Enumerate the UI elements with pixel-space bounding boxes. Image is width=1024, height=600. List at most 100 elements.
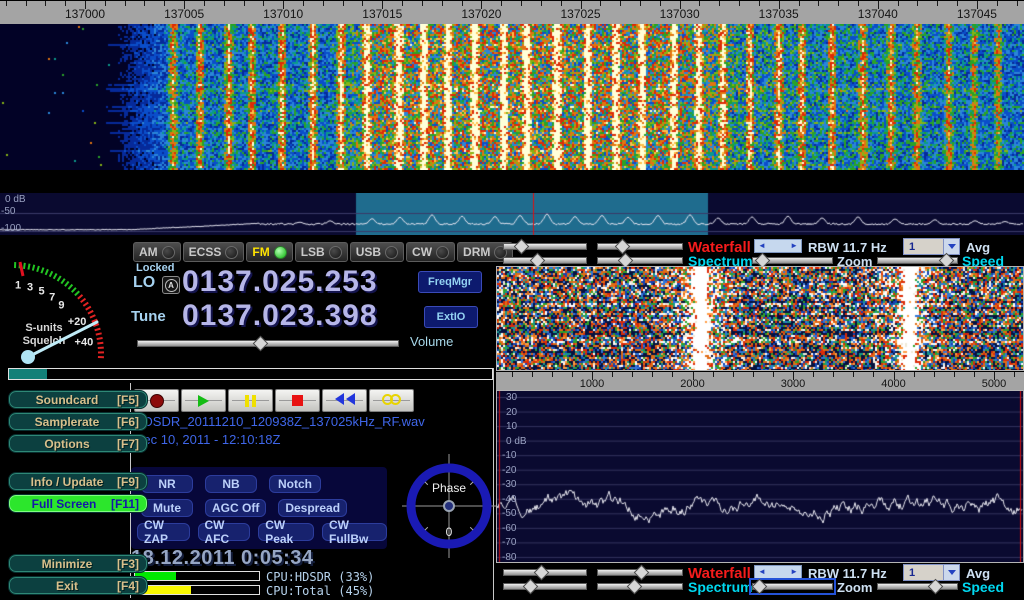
mode-button-fm[interactable]: FM xyxy=(246,242,292,262)
mode-button-lsb[interactable]: LSB xyxy=(295,242,348,262)
dsp-button-nb[interactable]: NB xyxy=(205,475,257,493)
scale-tick xyxy=(853,372,854,377)
tune-label: Tune xyxy=(131,308,166,325)
fullscreen-button[interactable]: Full Screen[F11] xyxy=(8,494,148,513)
zoom-slider-bottom-thumb[interactable] xyxy=(752,579,768,595)
scale-tick xyxy=(898,1,899,6)
audio-spectrum-display[interactable]: 3020100 dB-10-20-30-40-50-60-70-80 xyxy=(496,390,1024,563)
dsp-button-cw-fullbw[interactable]: CW FullBw xyxy=(322,523,387,541)
main-spectrum-display[interactable]: 0 dB -50 -100 xyxy=(0,193,1024,235)
svg-text:3: 3 xyxy=(27,281,33,293)
tune-frequency-value[interactable]: 0137.023.398 xyxy=(182,299,378,333)
audio-frequency-scale[interactable]: 10002000300040005000 xyxy=(496,371,1024,391)
avg-dropdown[interactable]: 1 xyxy=(903,238,960,255)
auto-lock-icon[interactable]: A xyxy=(162,276,180,294)
contrast-slider-bottom-thumb[interactable] xyxy=(534,565,550,581)
chevron-down-icon[interactable] xyxy=(943,565,959,580)
mode-button-am[interactable]: AM xyxy=(133,242,181,262)
dsp-button-cw-afc[interactable]: CW AFC xyxy=(198,523,251,541)
scale-tick xyxy=(773,372,774,377)
stop-button[interactable] xyxy=(275,389,320,412)
scale-tick xyxy=(997,1,998,6)
dsp-button-despread[interactable]: Despread xyxy=(278,499,347,517)
frequency-shift-scrollbar[interactable]: ◄► xyxy=(754,239,802,253)
contrast2-slider-bottom-thumb[interactable] xyxy=(523,579,539,595)
contrast-slider-bottom[interactable] xyxy=(503,567,587,578)
svg-text:S-units: S-units xyxy=(25,322,62,334)
brightness-slider-bottom[interactable] xyxy=(597,567,683,578)
mode-button-cw[interactable]: CW xyxy=(406,242,455,262)
frequency-tick-label: 3000 xyxy=(781,378,805,390)
dsp-button-agc-off[interactable]: AGC Off xyxy=(205,499,266,517)
speed-slider-top[interactable] xyxy=(877,255,958,266)
speed-slider-bottom-track[interactable] xyxy=(877,583,958,590)
audio-waterfall-display[interactable] xyxy=(496,266,1024,371)
brightness2-slider-top[interactable] xyxy=(597,255,683,266)
mode-button-ecss[interactable]: ECSS xyxy=(183,242,245,262)
scale-tick xyxy=(719,1,720,6)
scroll-right-icon[interactable]: ► xyxy=(790,568,798,576)
mode-label: USB xyxy=(356,245,381,259)
scale-tick xyxy=(263,1,264,6)
brightness2-slider-bottom-thumb[interactable] xyxy=(626,579,642,595)
main-frequency-scale[interactable]: 1370001370051370101370151370201370251370… xyxy=(0,0,1024,24)
scale-tick xyxy=(362,1,363,6)
scroll-left-icon[interactable]: ◄ xyxy=(758,568,766,576)
dsp-button-mute[interactable]: Mute xyxy=(141,499,193,517)
avg-dropdown[interactable]: 1 xyxy=(903,564,960,581)
squelch-bar[interactable] xyxy=(8,368,493,380)
soundcard-button[interactable]: Soundcard[F5] xyxy=(8,390,148,409)
scale-tick xyxy=(652,372,653,377)
brightness-slider-top-thumb[interactable] xyxy=(615,239,631,255)
scroll-right-icon[interactable]: ► xyxy=(790,242,798,250)
s-meter[interactable]: 13579+20+40S-unitsSquelch xyxy=(0,238,130,374)
brightness-slider-bottom-thumb[interactable] xyxy=(634,565,650,581)
brightness2-slider-bottom[interactable] xyxy=(597,581,683,592)
dsp-button-notch[interactable]: Notch xyxy=(269,475,321,493)
contrast-slider-top-thumb[interactable] xyxy=(514,239,530,255)
contrast-slider-top[interactable] xyxy=(503,241,587,252)
button-label: Options xyxy=(17,437,117,451)
dsp-button-cw-peak[interactable]: CW Peak xyxy=(258,523,314,541)
volume-slider-control[interactable] xyxy=(137,338,399,349)
scale-tick xyxy=(1014,372,1015,377)
exit-button[interactable]: Exit[F4] xyxy=(8,576,148,595)
lo-frequency-value[interactable]: 0137.025.253 xyxy=(182,265,378,299)
dsp-button-nr[interactable]: NR xyxy=(141,475,193,493)
zoom-slider-bottom[interactable] xyxy=(752,581,833,592)
contrast2-slider-top[interactable] xyxy=(503,255,587,266)
extio-button[interactable]: ExtIO xyxy=(424,306,478,328)
scale-tick xyxy=(612,372,613,377)
contrast2-slider-bottom[interactable] xyxy=(503,581,587,592)
phase-label: Phase xyxy=(432,481,466,495)
speed-slider-bottom-thumb[interactable] xyxy=(927,579,943,595)
chevron-down-icon[interactable] xyxy=(943,239,959,254)
zoom-slider-top[interactable] xyxy=(752,255,833,266)
frequency-shift-scrollbar[interactable]: ◄► xyxy=(754,565,802,579)
info-update-button[interactable]: Info / Update[F9] xyxy=(8,472,148,491)
brightness-slider-top[interactable] xyxy=(597,241,683,252)
volume-slider-control-thumb[interactable] xyxy=(253,336,269,352)
main-waterfall-display[interactable] xyxy=(0,0,1024,170)
dsp-button-cw-zap[interactable]: CW ZAP xyxy=(137,523,190,541)
options-button[interactable]: Options[F7] xyxy=(8,434,148,453)
scroll-left-icon[interactable]: ◄ xyxy=(758,242,766,250)
play-button[interactable] xyxy=(181,389,226,412)
contrast2-slider-bottom-track[interactable] xyxy=(503,583,587,590)
pause-button[interactable] xyxy=(228,389,273,412)
scale-tick xyxy=(303,1,304,6)
scale-tick xyxy=(733,372,734,377)
freqmgr-button[interactable]: FreqMgr xyxy=(418,271,482,293)
mode-button-usb[interactable]: USB xyxy=(350,242,404,262)
button-label: Full Screen xyxy=(17,497,111,511)
button-fkey: [F7] xyxy=(117,437,139,451)
rewind-button[interactable] xyxy=(322,389,367,412)
loop-button[interactable] xyxy=(369,389,414,412)
speed-slider-bottom[interactable] xyxy=(877,581,958,592)
audio-spectrum-canvas xyxy=(497,391,1023,562)
brightness-slider-top-track[interactable] xyxy=(597,243,683,250)
scale-tick xyxy=(521,1,522,6)
minimize-button[interactable]: Minimize[F3] xyxy=(8,554,148,573)
brightness2-slider-top-track[interactable] xyxy=(597,257,683,264)
samplerate-button[interactable]: Samplerate[F6] xyxy=(8,412,148,431)
